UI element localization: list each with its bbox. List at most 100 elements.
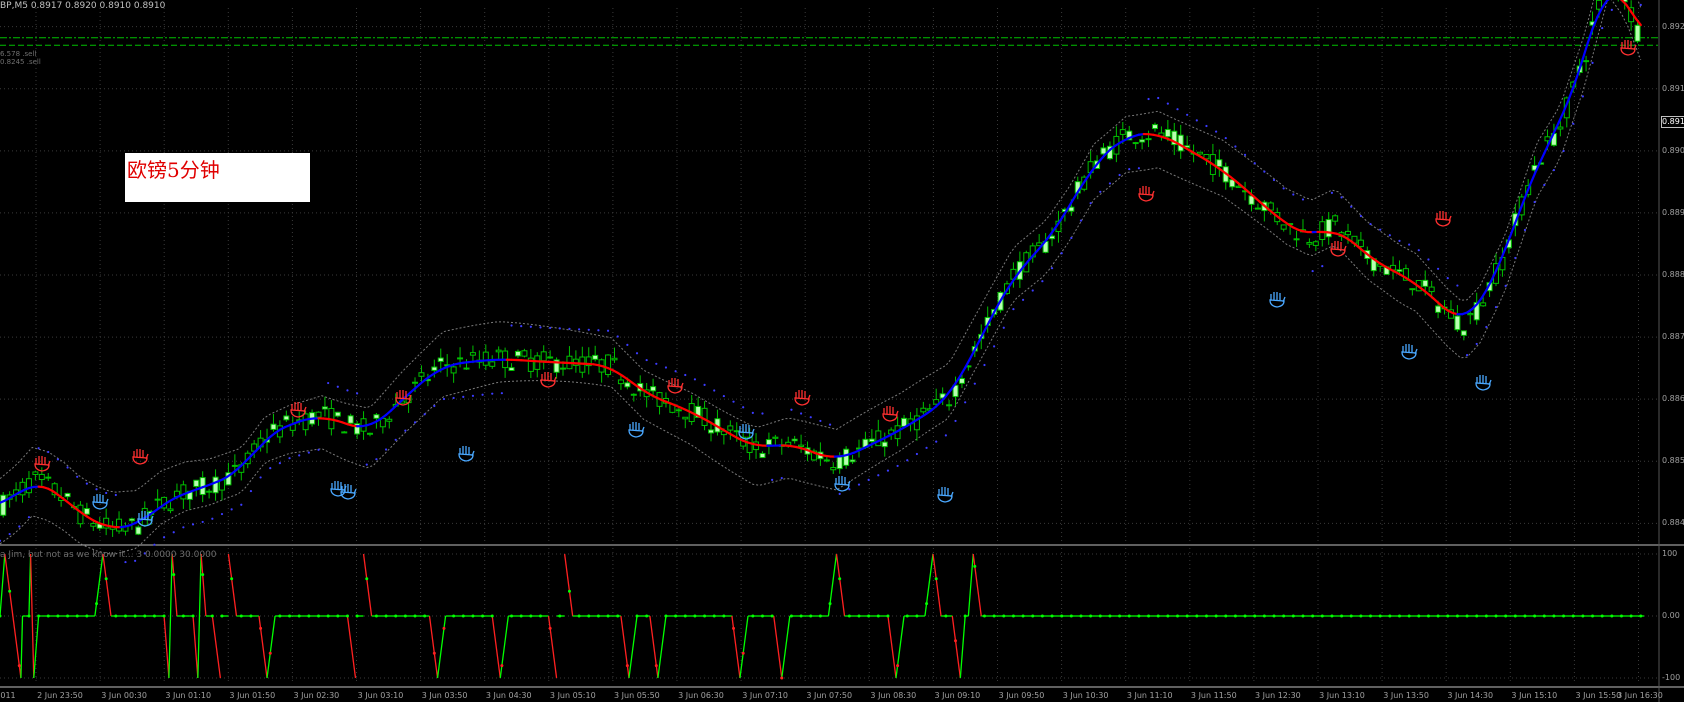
osc-dot <box>674 614 678 618</box>
psar-dot <box>780 476 783 480</box>
psar-dot <box>114 493 117 497</box>
osc-dot <box>1262 614 1266 618</box>
psar-dot <box>1301 198 1305 201</box>
candle-body <box>1634 24 1641 42</box>
osc-dot <box>1214 614 1218 618</box>
candle-body <box>1139 139 1146 143</box>
psar-dot <box>1292 193 1295 196</box>
osc-dot <box>664 614 668 618</box>
annotation-box[interactable]: 欧镑5分钟 <box>125 153 310 202</box>
psar-dot <box>249 489 253 493</box>
psar-dot <box>18 525 21 528</box>
osc-dot <box>1417 614 1421 618</box>
candle-body <box>302 413 309 431</box>
osc-dot <box>278 614 282 618</box>
level-label-top: 6.578 .sell <box>0 50 37 58</box>
candle-body <box>90 523 97 527</box>
candle-body <box>560 367 567 370</box>
osc-dot <box>1040 614 1044 618</box>
psar-dot <box>1195 119 1198 122</box>
psar-dot <box>1610 8 1613 11</box>
psar-dot <box>1147 97 1150 101</box>
psar-dot <box>423 413 426 416</box>
candle-body <box>901 417 908 427</box>
candle-body <box>1396 269 1403 272</box>
osc-dot <box>210 614 214 618</box>
osc-dot <box>191 614 195 618</box>
candle-body <box>1119 129 1126 135</box>
psar-dot <box>298 454 301 457</box>
psar-dot <box>645 358 648 362</box>
psar-dot <box>1041 280 1044 283</box>
osc-dot <box>1021 614 1025 618</box>
psar-dot <box>684 373 687 377</box>
psar-dot <box>1504 284 1507 287</box>
candle-body <box>341 431 348 434</box>
osc-dot <box>201 573 205 577</box>
candle-body <box>772 436 779 439</box>
psar-dot <box>182 526 185 529</box>
psar-dot <box>1050 267 1054 270</box>
psar-dot <box>413 421 417 424</box>
price-chart[interactable] <box>0 0 1684 702</box>
psar-dot <box>211 517 214 520</box>
psar-dot <box>134 559 137 562</box>
osc-dot <box>1272 614 1276 618</box>
psar-dot <box>935 440 938 443</box>
candle-body <box>727 425 734 431</box>
psar-dot <box>1272 178 1276 182</box>
osc-dot <box>732 626 736 630</box>
level-labels: 6.578 .sell 0.8245 .sell <box>0 50 41 66</box>
osc-dot <box>925 602 929 606</box>
psar-dot <box>606 329 610 332</box>
psar-dot <box>1543 183 1546 187</box>
psar-dot <box>809 416 812 419</box>
candle-body <box>386 418 393 422</box>
osc-dot <box>1484 614 1488 618</box>
osc-dot <box>27 614 31 618</box>
osc-dot <box>374 614 378 618</box>
osc-dot <box>760 614 764 618</box>
psar-dot <box>1494 305 1498 309</box>
psar-dot <box>1523 228 1527 232</box>
osc-dot <box>1552 614 1556 618</box>
psar-dot <box>915 452 919 456</box>
psar-dot <box>925 446 928 449</box>
candle-body <box>270 423 277 430</box>
candle-body <box>1132 142 1139 145</box>
psar-dot <box>549 326 552 330</box>
psar-dot <box>1215 130 1218 133</box>
time-tick-label: 3 Jun 07:10 <box>742 691 788 700</box>
osc-dot <box>1504 614 1508 618</box>
price-tick-label: 0.891 <box>1662 83 1684 93</box>
candle-body <box>25 478 32 494</box>
candle-body <box>321 406 328 410</box>
candle-body <box>592 354 599 360</box>
time-tick-label: 3 Jun 01:10 <box>165 691 212 700</box>
level-label-bottom: 0.8245 .sell <box>0 58 41 66</box>
candle-body <box>19 481 26 496</box>
osc-dot <box>693 614 697 618</box>
psar-dot <box>201 520 204 524</box>
psar-dot <box>1601 26 1604 30</box>
osc-dot <box>1340 614 1344 618</box>
psar-dot <box>1581 95 1584 98</box>
psar-dot <box>1562 149 1565 153</box>
osc-dot <box>741 651 745 655</box>
candle-body <box>437 357 444 362</box>
candle-body <box>1254 207 1261 210</box>
osc-dot <box>56 614 60 618</box>
time-tick-label: 3 Jun 07:50 <box>806 691 853 700</box>
osc-dot <box>1571 614 1575 618</box>
candle-body <box>412 381 419 384</box>
psar-dot <box>655 362 658 365</box>
psar-dot <box>1427 258 1430 261</box>
osc-dot <box>432 651 436 655</box>
osc-dot <box>1465 614 1469 618</box>
osc-dot <box>1475 614 1479 618</box>
candle-body <box>611 357 618 361</box>
osc-dot <box>1426 614 1430 618</box>
psar-dot <box>259 476 262 479</box>
price-tick-label: 0.889 <box>1662 207 1684 217</box>
candle-body <box>1068 206 1075 212</box>
